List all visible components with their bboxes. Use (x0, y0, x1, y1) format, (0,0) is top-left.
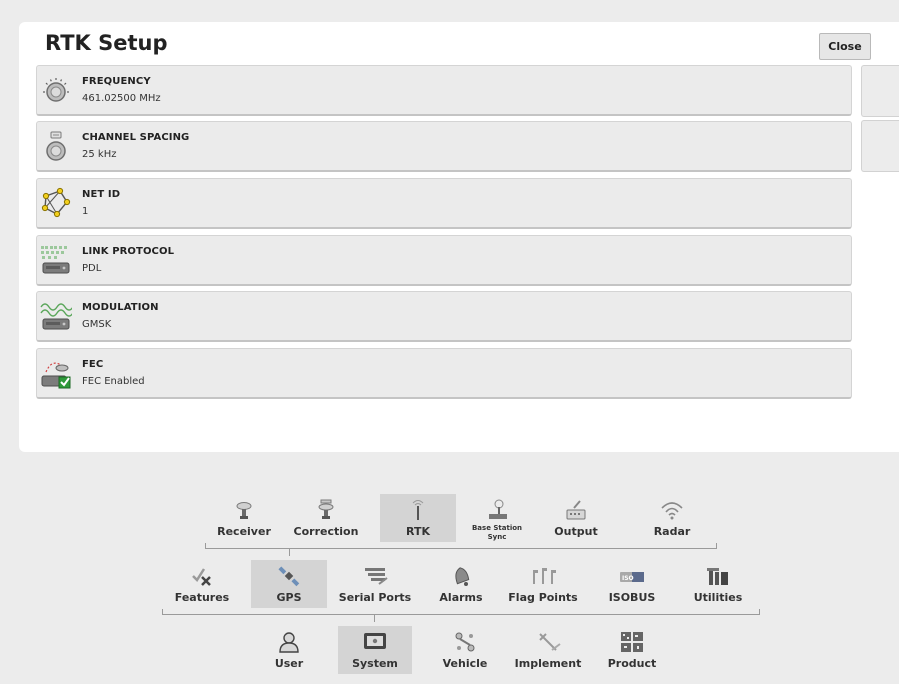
tab-group-connector (289, 548, 290, 556)
radar-wifi-icon (658, 498, 686, 522)
setting-label: MODULATION (82, 302, 159, 313)
network-id-icon (40, 186, 72, 220)
tab-flag-points[interactable]: Flag Points (500, 560, 586, 608)
tab-gps[interactable]: GPS (251, 560, 327, 608)
close-button[interactable]: Close (819, 33, 871, 60)
tab-receiver[interactable]: Receiver (206, 494, 282, 542)
rtk-radio-icon (404, 498, 432, 522)
tab-group-bracket (716, 543, 717, 549)
tab-isobus[interactable]: ISO ISOBUS (596, 560, 668, 608)
tab-label: Output (554, 525, 598, 538)
tab-label: System (352, 657, 398, 670)
tab-label: Features (174, 591, 230, 604)
tab-group-bracket (205, 543, 206, 549)
tab-rtk[interactable]: RTK (380, 494, 456, 542)
tab-user[interactable]: User (258, 626, 320, 674)
setting-value: GMSK (82, 319, 112, 330)
tab-group-bracket (759, 609, 760, 615)
setting-value: 1 (82, 206, 89, 217)
serial-ports-icon (361, 564, 389, 588)
tab-system[interactable]: System (338, 626, 412, 674)
side-button-1[interactable] (861, 65, 899, 117)
tab-label: Alarms (439, 591, 483, 604)
link-protocol-icon (40, 243, 72, 277)
tab-label: Flag Points (508, 591, 578, 604)
correction-antenna-icon (312, 498, 340, 522)
alarm-bell-icon (447, 564, 475, 588)
tab-alarms[interactable]: Alarms (428, 560, 494, 608)
tab-label: ISOBUS (608, 591, 656, 604)
receiver-antenna-icon (230, 498, 258, 522)
setting-row-frequency[interactable]: FREQUENCY 461.02500 MHz (36, 65, 852, 116)
side-button-2[interactable] (861, 120, 899, 172)
setting-value: 461.02500 MHz (82, 93, 161, 104)
tab-output[interactable]: Output (538, 494, 614, 542)
setting-label: LINK PROTOCOL (82, 246, 175, 257)
setting-label: CHANNEL SPACING (82, 132, 190, 143)
tab-label: RTK (405, 525, 430, 538)
output-icon (562, 498, 590, 522)
user-icon (275, 630, 303, 654)
tab-label: Correction (293, 525, 359, 538)
tab-label: Implement (514, 657, 582, 670)
rtk-setup-dialog: RTK Setup Close FREQUENCY 461.02500 MHz (19, 22, 899, 452)
vehicle-icon (451, 630, 479, 654)
tab-group-bracket (162, 609, 163, 615)
tab-group-bracket (205, 548, 717, 549)
dialog-title: RTK Setup (45, 31, 168, 55)
setting-row-link-protocol[interactable]: LINK PROTOCOL PDL (36, 235, 852, 286)
setting-row-channel-spacing[interactable]: CHANNEL SPACING 25 kHz (36, 121, 852, 172)
setting-row-net-id[interactable]: NET ID 1 (36, 178, 852, 229)
tab-label: Product (607, 657, 657, 670)
tab-label: Radar (653, 525, 691, 538)
tab-group-bracket (162, 614, 760, 615)
tab-label: User (274, 657, 304, 670)
svg-text:ISO: ISO (622, 575, 634, 582)
implement-icon (534, 630, 562, 654)
tab-label: Base Station Sync (471, 524, 523, 541)
system-display-icon (361, 630, 389, 654)
setting-value: FEC Enabled (82, 376, 145, 387)
frequency-dial-icon (40, 73, 72, 107)
tab-features[interactable]: Features (164, 560, 240, 608)
tab-group-connector (374, 614, 375, 622)
features-icon (188, 564, 216, 588)
setting-label: NET ID (82, 189, 121, 200)
tab-utilities[interactable]: Utilities (680, 560, 756, 608)
tab-correction[interactable]: Correction (286, 494, 366, 542)
channel-spacing-dial-icon (40, 129, 72, 163)
fec-enabled-icon (40, 356, 72, 390)
tab-label: GPS (276, 591, 302, 604)
base-station-icon (483, 498, 511, 522)
utilities-icon (704, 564, 732, 588)
tab-implement[interactable]: Implement (506, 626, 590, 674)
setting-row-fec[interactable]: FEC FEC Enabled (36, 348, 852, 399)
setting-value: 25 kHz (82, 149, 117, 160)
setting-label: FEC (82, 359, 104, 370)
setting-label: FREQUENCY (82, 76, 151, 87)
tab-base-station-sync[interactable]: Base Station Sync (466, 494, 528, 542)
setting-row-modulation[interactable]: MODULATION GMSK (36, 291, 852, 342)
tab-vehicle[interactable]: Vehicle (432, 626, 498, 674)
tab-label: Utilities (693, 591, 743, 604)
product-icon (618, 630, 646, 654)
flag-points-icon (529, 564, 557, 588)
modulation-wave-icon (40, 299, 74, 333)
tab-radar[interactable]: Radar (634, 494, 710, 542)
tab-serial-ports[interactable]: Serial Ports (334, 560, 416, 608)
tab-label: Serial Ports (338, 591, 412, 604)
tab-label: Receiver (217, 525, 271, 538)
setting-value: PDL (82, 263, 102, 274)
gps-satellite-icon (275, 564, 303, 588)
tab-product[interactable]: Product (600, 626, 664, 674)
isobus-icon: ISO (618, 564, 646, 588)
tab-label: Vehicle (442, 657, 488, 670)
